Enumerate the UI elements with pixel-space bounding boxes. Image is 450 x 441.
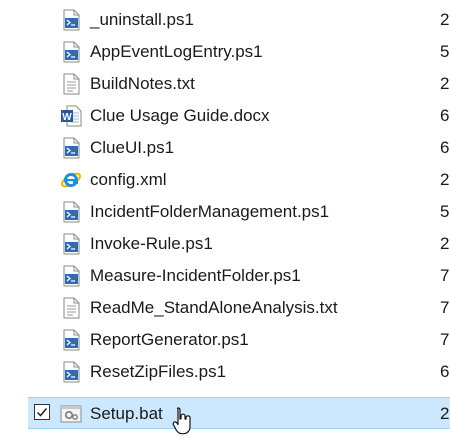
list-item-resetzipfiles[interactable]: ResetZipFiles.ps1 6 — [28, 356, 450, 388]
internet-explorer-icon — [60, 169, 82, 191]
list-item-measure-incidentfolder[interactable]: Measure-IncidentFolder.ps1 7 — [28, 260, 450, 292]
powershell-script-icon — [60, 361, 82, 383]
file-trailing-column: 5 — [440, 202, 450, 221]
file-name: config.xml — [90, 170, 167, 189]
row-checkbox[interactable] — [34, 404, 50, 420]
file-name: _uninstall.ps1 — [90, 10, 194, 29]
batch-file-icon — [60, 403, 82, 425]
list-item-readme-standaloneanalysis[interactable]: ReadMe_StandAloneAnalysis.txt 7 — [28, 292, 450, 324]
list-item-config-xml[interactable]: config.xml 2 — [28, 164, 450, 196]
file-name: Invoke-Rule.ps1 — [90, 234, 213, 253]
list-item-clueui[interactable]: ClueUI.ps1 6 — [28, 132, 450, 164]
text-file-icon — [60, 297, 82, 319]
file-name: IncidentFolderManagement.ps1 — [90, 202, 330, 221]
list-item-invoke-rule[interactable]: Invoke-Rule.ps1 2 — [28, 228, 450, 260]
powershell-script-icon — [60, 9, 82, 31]
list-item-uninstall[interactable]: _uninstall.ps1 2 — [28, 4, 450, 36]
file-name: ReportGenerator.ps1 — [90, 330, 249, 349]
file-name: ClueUI.ps1 — [90, 138, 175, 157]
file-name: ReadMe_StandAloneAnalysis.txt — [90, 298, 338, 317]
file-trailing-column: 5 — [440, 42, 450, 61]
file-name: ResetZipFiles.ps1 — [90, 362, 227, 381]
word-document-icon: W — [60, 105, 82, 127]
list-item-buildnotes[interactable]: BuildNotes.txt 2 — [28, 68, 450, 100]
file-trailing-column: 2 — [440, 234, 450, 253]
powershell-script-icon — [60, 41, 82, 63]
list-item-incidentfoldermanagement[interactable]: IncidentFolderManagement.ps1 5 — [28, 196, 450, 228]
powershell-script-icon — [60, 233, 82, 255]
file-trailing-column: 2 — [440, 74, 450, 93]
powershell-script-icon — [60, 137, 82, 159]
file-name: Clue Usage Guide.docx — [90, 106, 270, 125]
file-trailing-column: 6 — [440, 138, 450, 157]
file-name: AppEventLogEntry.ps1 — [90, 42, 263, 61]
file-name: BuildNotes.txt — [90, 74, 195, 93]
mouse-pointer-hand-icon — [172, 406, 194, 436]
file-trailing-column: 6 — [440, 106, 450, 125]
list-item-appeventlogentry[interactable]: AppEventLogEntry.ps1 5 — [28, 36, 450, 68]
file-trailing-column: 2 — [440, 10, 450, 29]
file-trailing-column: 2 — [440, 170, 450, 189]
file-name: Measure-IncidentFolder.ps1 — [90, 266, 301, 285]
list-item-clue-usage-guide[interactable]: W Clue Usage Guide.docx 6 — [28, 100, 450, 132]
powershell-script-icon — [60, 329, 82, 351]
file-trailing-column: 2 — [440, 404, 450, 423]
file-trailing-column: 7 — [440, 298, 450, 317]
text-file-icon — [60, 73, 82, 95]
powershell-script-icon — [60, 265, 82, 287]
file-trailing-column: 7 — [440, 266, 450, 285]
file-name: Setup.bat — [90, 404, 163, 423]
list-item-setup-bat-selected[interactable]: Setup.bat 2 — [28, 397, 450, 429]
file-trailing-column: 7 — [440, 330, 450, 349]
file-trailing-column: 6 — [440, 362, 450, 381]
list-item-reportgenerator[interactable]: ReportGenerator.ps1 7 — [28, 324, 450, 356]
powershell-script-icon — [60, 201, 82, 223]
svg-text:W: W — [62, 112, 72, 123]
file-list: _uninstall.ps1 2 AppEventLogEntry.ps1 5 … — [0, 0, 450, 441]
